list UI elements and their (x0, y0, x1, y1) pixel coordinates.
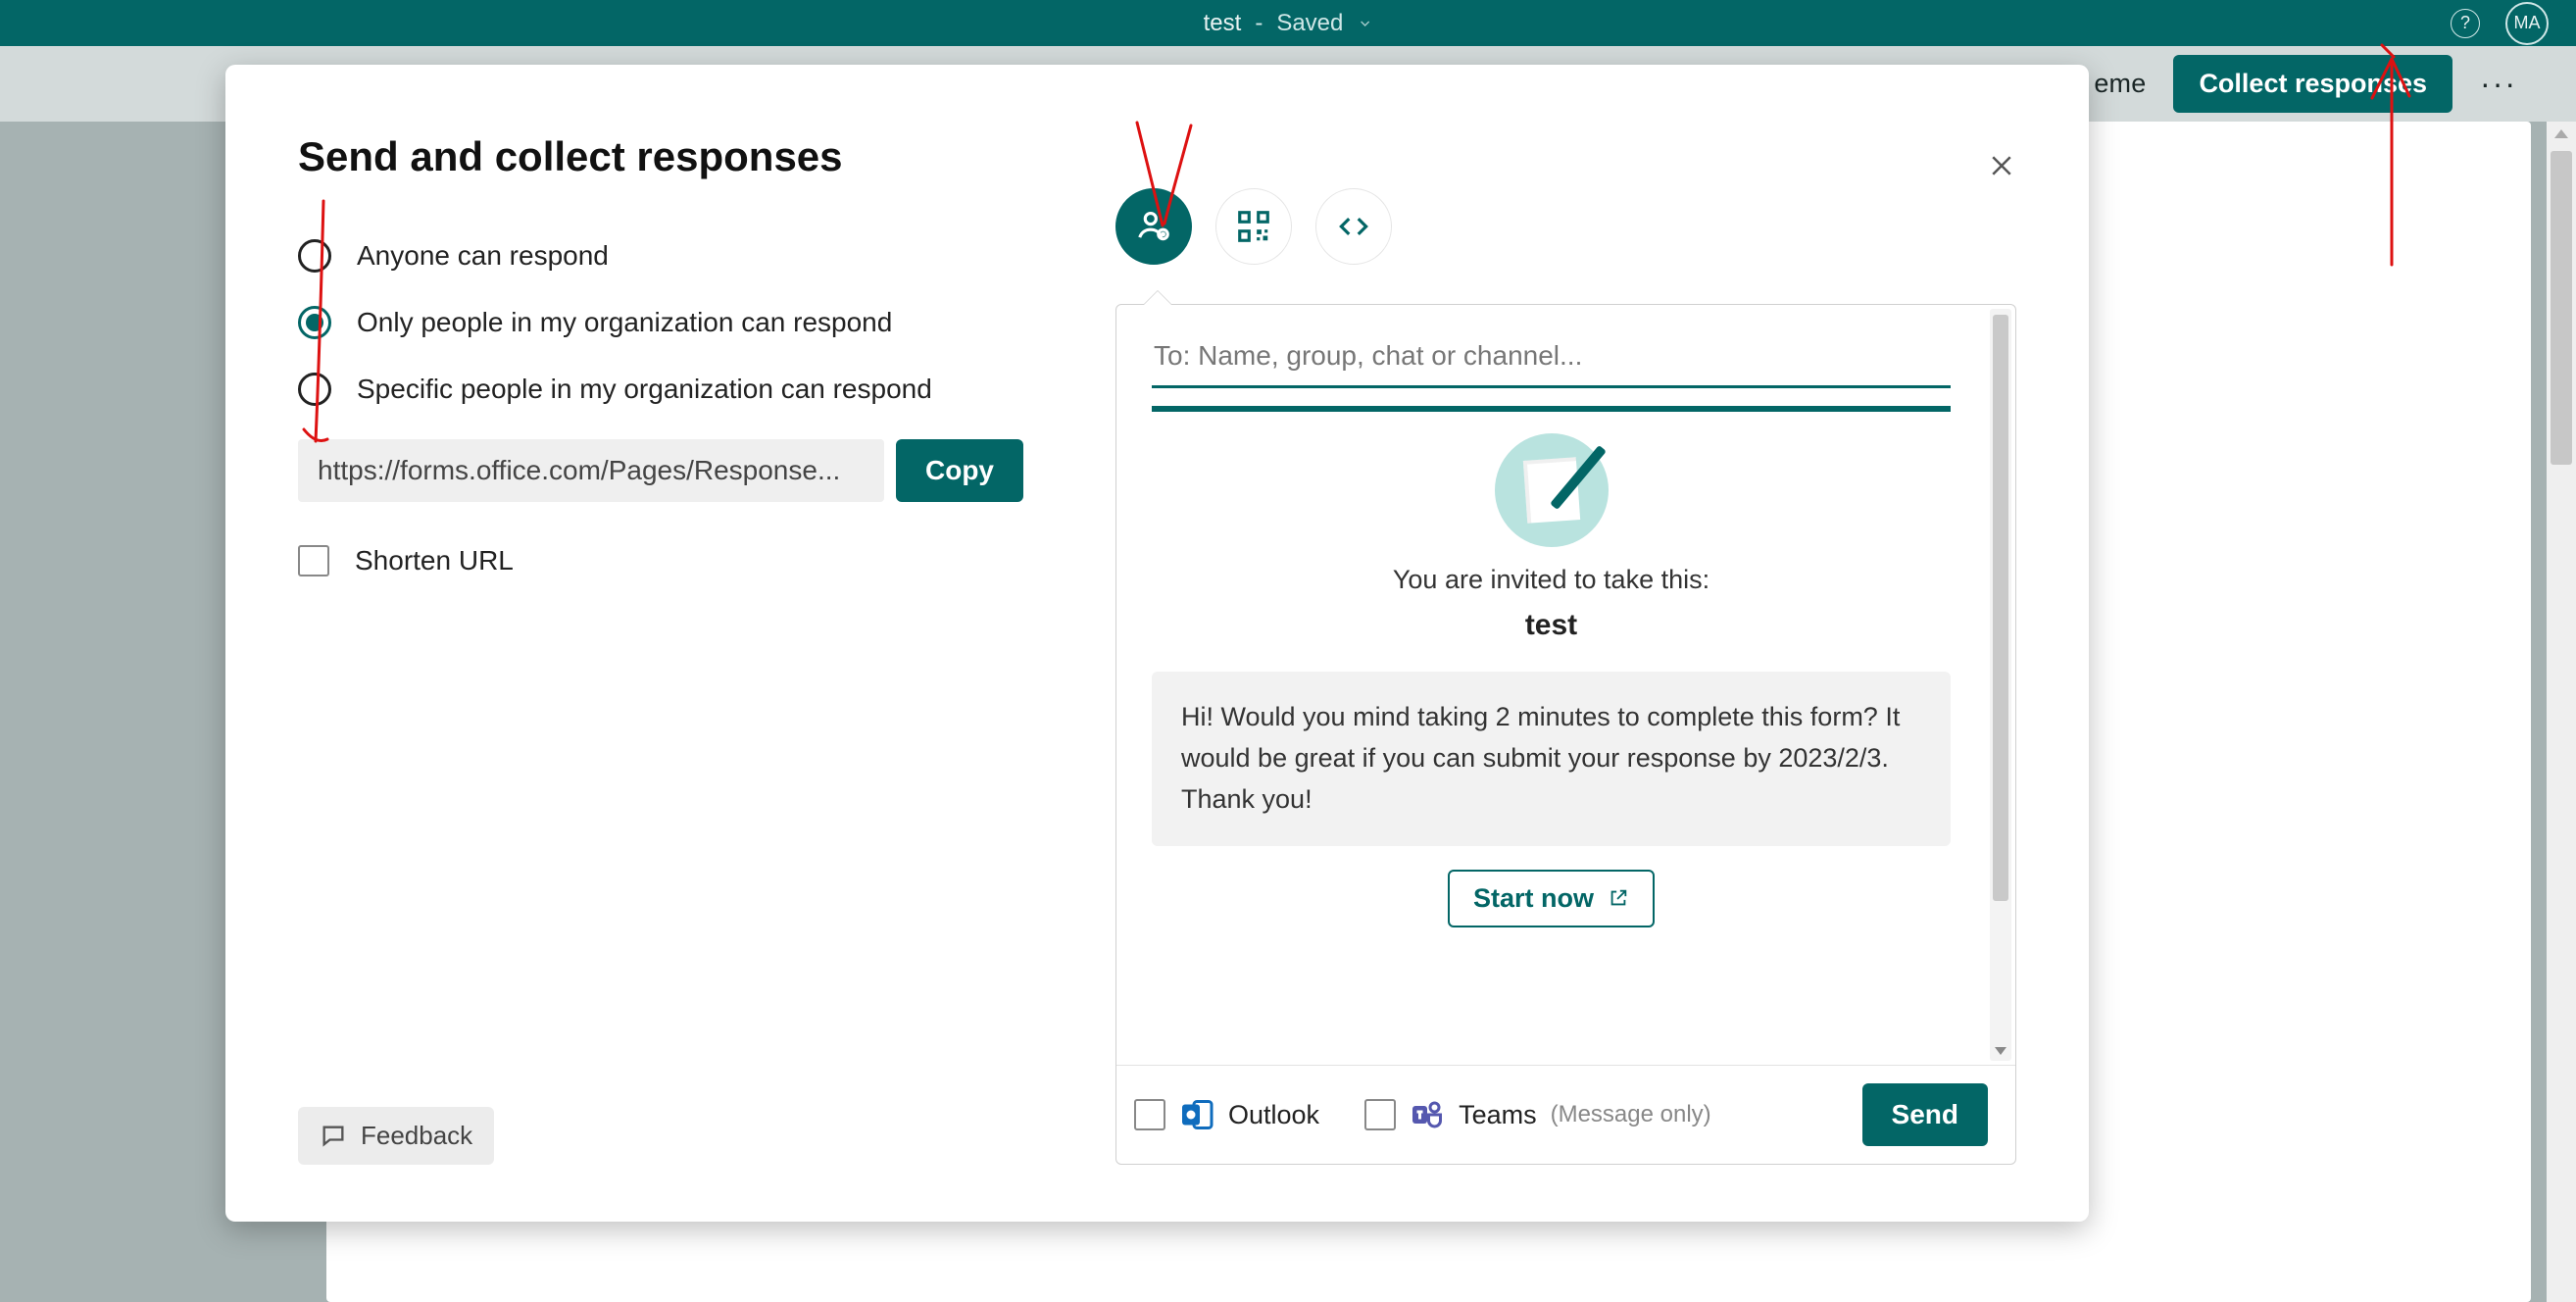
external-link-icon (1608, 887, 1629, 909)
modal-overlay: Send and collect responses Anyone can re… (0, 0, 2576, 1302)
outlook-icon (1179, 1097, 1214, 1132)
recipients-input[interactable] (1152, 330, 1951, 388)
dialog-title: Send and collect responses (298, 133, 2016, 180)
start-now-button[interactable]: Start now (1448, 870, 1655, 927)
right-column: You are invited to take this: test Hi! W… (1115, 188, 2016, 1165)
shorten-url-label: Shorten URL (355, 545, 514, 576)
left-column: Anyone can respond Only people in my org… (298, 239, 1023, 576)
accent-divider (1152, 406, 1951, 412)
send-collect-dialog: Send and collect responses Anyone can re… (225, 65, 2089, 1222)
invited-form-name: test (1152, 609, 1951, 642)
tab-embed[interactable] (1315, 188, 1392, 265)
send-button[interactable]: Send (1862, 1083, 1988, 1146)
invite-panel: You are invited to take this: test Hi! W… (1115, 304, 2016, 1165)
teams-icon (1410, 1097, 1445, 1132)
radio-label: Specific people in my organization can r… (357, 374, 932, 405)
radio-specific[interactable]: Specific people in my organization can r… (298, 373, 1023, 406)
feedback-label: Feedback (361, 1121, 472, 1151)
panel-scrollbar[interactable] (1990, 309, 2011, 1061)
feedback-button[interactable]: Feedback (298, 1107, 494, 1165)
radio-icon[interactable] (298, 306, 331, 339)
tab-invite[interactable] (1115, 188, 1192, 265)
invitation-message[interactable]: Hi! Would you mind taking 2 minutes to c… (1152, 672, 1951, 846)
teams-option[interactable]: Teams (Message only) (1364, 1097, 1711, 1132)
teams-label: Teams (1459, 1100, 1537, 1130)
embed-icon (1335, 208, 1372, 245)
outlook-option[interactable]: Outlook (1134, 1097, 1319, 1132)
outlook-label: Outlook (1228, 1100, 1319, 1130)
checkbox-icon[interactable] (1134, 1099, 1165, 1130)
radio-icon[interactable] (298, 239, 331, 273)
url-row: https://forms.office.com/Pages/Response.… (298, 439, 1023, 502)
radio-label: Anyone can respond (357, 240, 609, 272)
checkbox-icon[interactable] (1364, 1099, 1396, 1130)
panel-scroll-area: You are invited to take this: test Hi! W… (1116, 305, 2015, 1065)
close-icon[interactable] (1987, 151, 2016, 180)
teams-note: (Message only) (1551, 1101, 1711, 1128)
invite-icon (1135, 208, 1172, 245)
panel-footer: Outlook Teams (Message only) Send (1116, 1065, 2015, 1164)
tab-qr[interactable] (1215, 188, 1292, 265)
radio-anyone[interactable]: Anyone can respond (298, 239, 1023, 273)
speech-bubble-icon (320, 1123, 347, 1150)
share-method-tabs (1115, 188, 2016, 265)
qr-icon (1235, 208, 1272, 245)
invite-illustration (1495, 433, 1609, 547)
copy-button[interactable]: Copy (896, 439, 1023, 502)
checkbox-icon[interactable] (298, 545, 329, 576)
start-now-label: Start now (1473, 883, 1594, 914)
share-url-input[interactable]: https://forms.office.com/Pages/Response.… (298, 439, 884, 502)
shorten-url-row[interactable]: Shorten URL (298, 545, 1023, 576)
radio-org[interactable]: Only people in my organization can respo… (298, 306, 1023, 339)
invited-line: You are invited to take this: (1152, 565, 1951, 595)
radio-icon[interactable] (298, 373, 331, 406)
radio-label: Only people in my organization can respo… (357, 307, 892, 338)
